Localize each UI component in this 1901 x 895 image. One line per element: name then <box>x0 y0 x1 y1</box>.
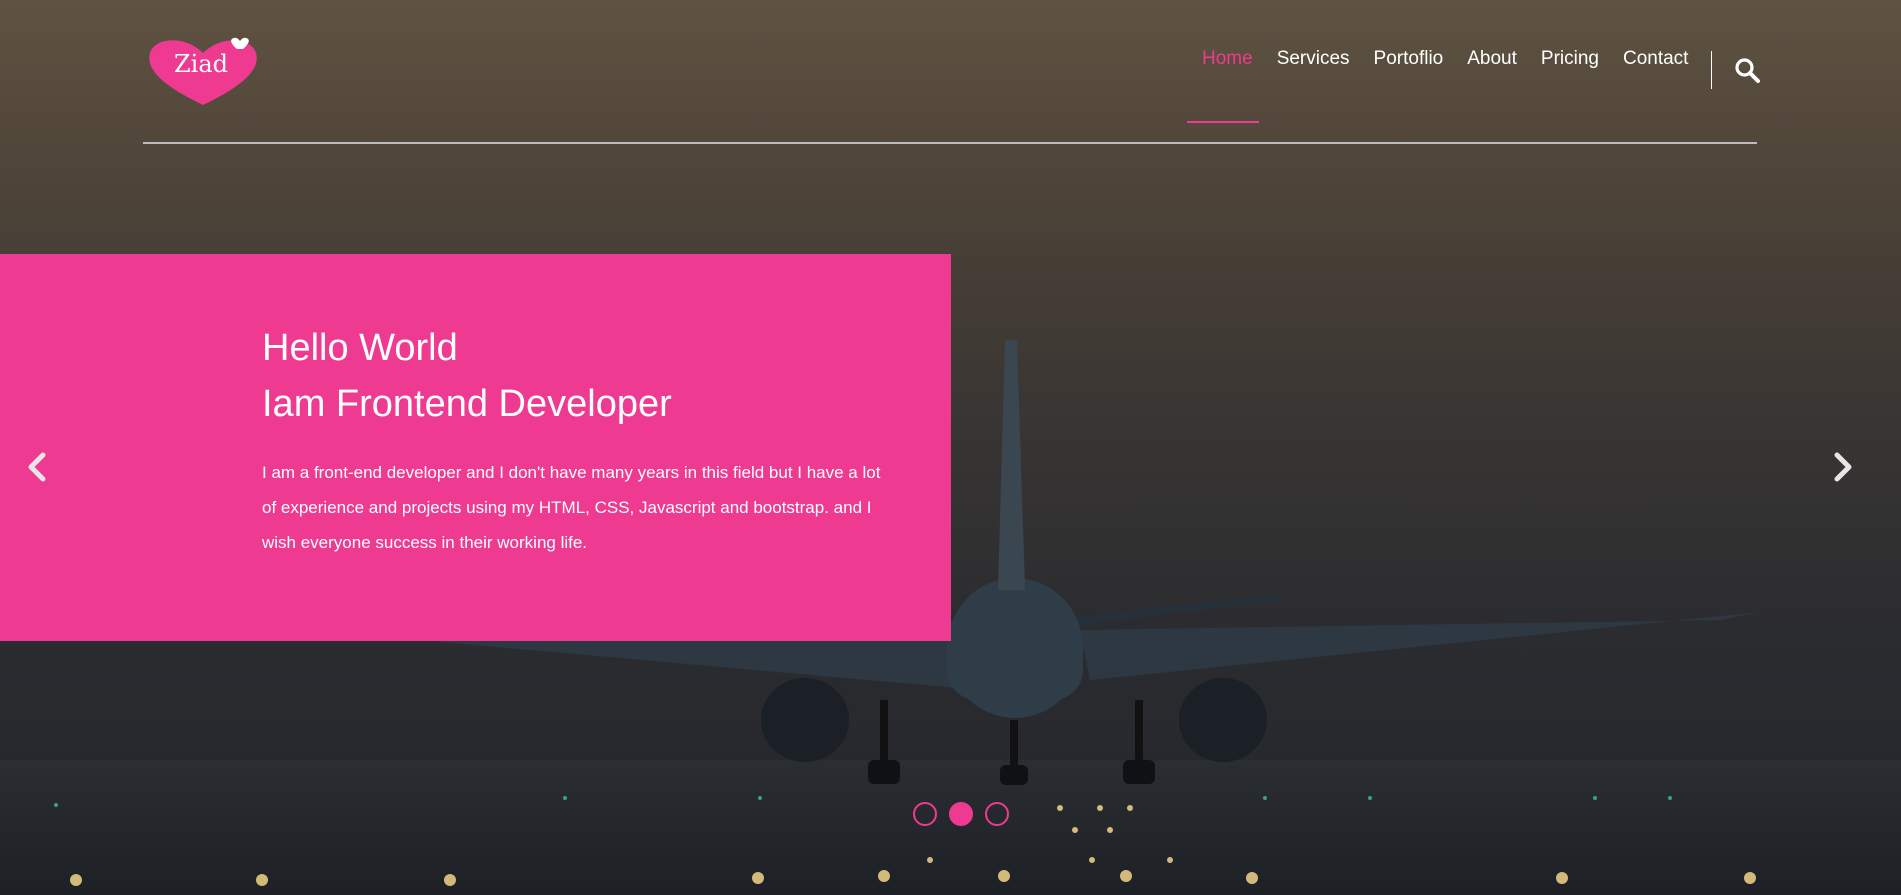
chevron-left-icon[interactable] <box>24 450 50 484</box>
hero-description: I am a front-end developer and I don't h… <box>262 463 881 552</box>
hero-card <box>0 254 951 641</box>
carousel-dot-1[interactable] <box>913 802 937 826</box>
search-icon[interactable] <box>1734 57 1760 83</box>
active-nav-underline <box>1187 121 1259 123</box>
nav-item-portfolio[interactable]: Portoflio <box>1362 45 1456 73</box>
header-divider <box>143 142 1757 144</box>
hero-title-line1: Hello World <box>262 327 458 369</box>
nav-item-about[interactable]: About <box>1455 45 1529 73</box>
logo-text[interactable]: Ziad <box>145 50 257 78</box>
nav-item-contact[interactable]: Contact <box>1611 45 1700 73</box>
carousel-dot-3[interactable] <box>985 802 1009 826</box>
chevron-right-icon[interactable] <box>1830 450 1856 484</box>
hero-title: Hello World Iam Frontend Developer <box>262 320 672 432</box>
carousel-indicators <box>913 802 1009 826</box>
carousel-dot-2[interactable] <box>949 802 973 826</box>
nav-divider <box>1711 51 1712 89</box>
nav-item-home[interactable]: Home <box>1190 45 1265 73</box>
main-nav: Home Services Portoflio About Pricing Co… <box>1190 45 1700 73</box>
hero-title-line2: Iam Frontend Developer <box>262 383 672 425</box>
nav-item-services[interactable]: Services <box>1265 45 1362 73</box>
nav-item-pricing[interactable]: Pricing <box>1529 45 1611 73</box>
